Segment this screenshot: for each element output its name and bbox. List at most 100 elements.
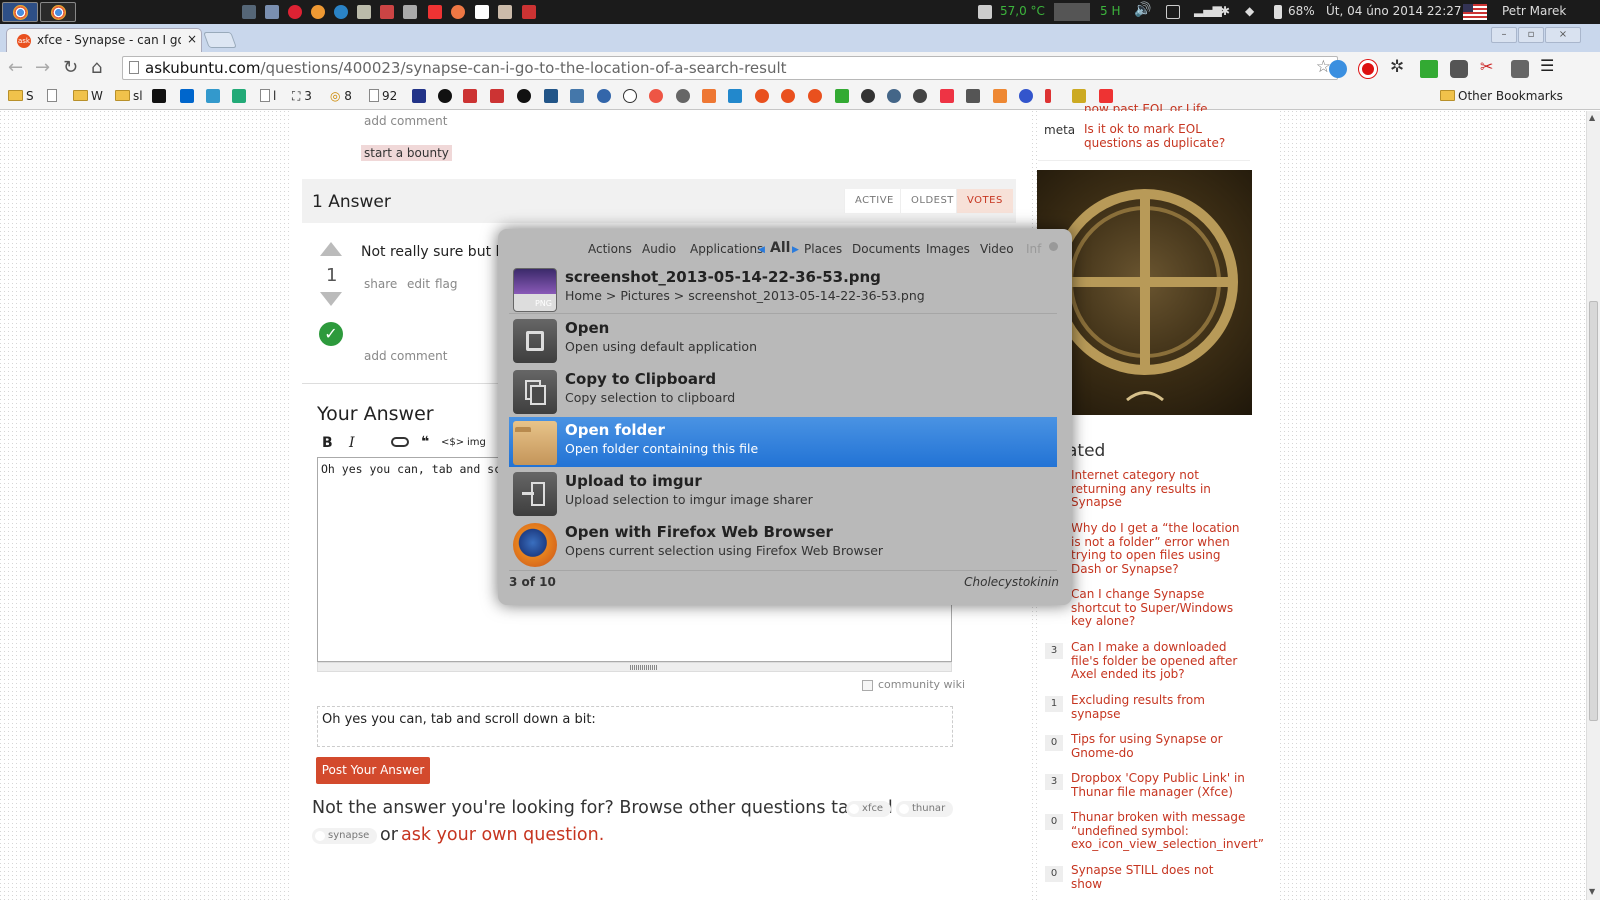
upvote-arrow-icon[interactable] <box>320 242 342 256</box>
bookmark-icon[interactable] <box>755 89 769 103</box>
launcher-icon[interactable] <box>403 5 417 19</box>
category-next-icon[interactable]: ▶ <box>792 245 799 255</box>
bookmark-icon[interactable] <box>913 89 927 103</box>
category-all[interactable]: All <box>770 240 790 256</box>
launcher-icon[interactable] <box>451 5 465 19</box>
related-link[interactable]: Tips for using Synapse or Gnome-do <box>1071 732 1246 760</box>
bookmark-icon[interactable] <box>940 89 954 103</box>
category-audio[interactable]: Audio <box>642 242 676 256</box>
drive-icon[interactable] <box>978 5 992 19</box>
adblock-icon[interactable] <box>1359 60 1377 78</box>
launcher-icon[interactable] <box>380 5 394 19</box>
bookmark-item[interactable]: ◎ 8 <box>330 89 352 103</box>
bookmark-icon[interactable] <box>490 89 504 103</box>
post-answer-button[interactable]: Post Your Answer <box>316 757 430 784</box>
close-window-button[interactable]: × <box>1545 27 1581 43</box>
blockquote-icon[interactable]: ❝ <box>421 434 429 450</box>
related-link[interactable]: Can I make a downloaded file's folder be… <box>1071 640 1246 682</box>
pdf-icon[interactable] <box>1099 89 1113 103</box>
bookmark-icon[interactable] <box>835 89 849 103</box>
tag-xfce[interactable]: xfce <box>846 801 892 817</box>
action-open-folder[interactable]: Open folder Open folder containing this … <box>509 417 1057 467</box>
link-icon[interactable] <box>391 437 409 447</box>
related-link[interactable]: Synapse STILL does not show <box>1071 863 1246 891</box>
tag-thunar[interactable]: thunar <box>896 801 954 817</box>
category-images[interactable]: Images <box>926 242 970 256</box>
related-link[interactable]: Can I change Synapse shortcut to Super/W… <box>1071 587 1246 629</box>
bookmark-icon[interactable] <box>152 89 166 103</box>
bold-button[interactable]: B <box>322 435 333 451</box>
forward-arrow-icon[interactable]: → <box>35 57 50 78</box>
browser-tab[interactable]: ask xfce - Synapse - can I go to × <box>6 28 202 52</box>
bookmark-icon[interactable] <box>1072 89 1086 103</box>
bookmark-icon[interactable] <box>570 89 584 103</box>
other-bookmarks[interactable]: Other Bookmarks <box>1440 89 1563 103</box>
launcher-icon[interactable] <box>334 5 348 19</box>
editor-resize-handle[interactable] <box>317 662 952 672</box>
category-documents[interactable]: Documents <box>852 242 920 256</box>
launcher-icon[interactable] <box>311 5 325 19</box>
launcher-icon[interactable] <box>522 5 536 19</box>
related-link[interactable]: Excluding results from synapse <box>1071 693 1246 721</box>
category-video[interactable]: Video <box>980 242 1014 256</box>
add-comment-link[interactable]: add comment <box>364 349 447 363</box>
clock[interactable]: Út, 04 úno 2014 22:27 <box>1326 4 1462 18</box>
edit-link[interactable]: edit <box>407 277 430 291</box>
launcher-icon[interactable] <box>242 5 256 19</box>
bookmark-folder[interactable]: W <box>73 89 103 103</box>
bookmark-folder[interactable]: sl <box>115 89 143 103</box>
downvote-arrow-icon[interactable] <box>320 292 342 306</box>
category-info[interactable]: Inf <box>1026 242 1048 256</box>
bookmark-icon[interactable] <box>676 89 690 103</box>
category-applications[interactable]: Applications <box>690 242 763 256</box>
us-flag-icon[interactable] <box>1463 4 1487 20</box>
action-open[interactable]: Open Open using default application <box>509 315 1057 365</box>
signal-icon[interactable]: ▂▄▆ <box>1194 3 1222 17</box>
related-link[interactable]: Thunar broken with message “undefined sy… <box>1071 810 1264 852</box>
bookmark-icon[interactable] <box>966 89 980 103</box>
bookmark-icon[interactable] <box>728 89 742 103</box>
bookmark-item[interactable]: 92 <box>369 89 397 103</box>
pocket-icon[interactable] <box>1450 60 1468 78</box>
bookmark-icon[interactable] <box>1019 89 1033 103</box>
share-link[interactable]: share <box>364 277 397 291</box>
related-link[interactable]: Internet category not returning any resu… <box>1071 468 1246 510</box>
user-name[interactable]: Petr Marek <box>1502 4 1566 18</box>
action-upload-to-imgur[interactable]: Upload to imgur Upload selection to imgu… <box>509 468 1057 518</box>
bookmark-icon[interactable] <box>887 89 901 103</box>
sidebar-partial-link[interactable]: now past EOL or Life <box>1084 102 1208 111</box>
battery-icon[interactable] <box>1274 5 1282 19</box>
bookmark-icon[interactable] <box>180 89 194 103</box>
tag-synapse[interactable]: synapse <box>312 828 378 844</box>
bookmark-icon[interactable] <box>781 89 795 103</box>
extension-icon[interactable] <box>1420 60 1438 78</box>
scissors-icon[interactable]: ✂ <box>1480 57 1498 76</box>
extension-icon[interactable] <box>1329 60 1347 78</box>
community-wiki-checkbox[interactable] <box>862 680 873 691</box>
extension-icon[interactable] <box>1511 60 1529 78</box>
launcher-icon[interactable] <box>288 5 302 19</box>
address-bar[interactable]: askubuntu.com/questions/400023/synapse-c… <box>122 56 1338 80</box>
category-prev-icon[interactable]: ◀ <box>758 245 765 255</box>
close-tab-icon[interactable]: × <box>187 32 197 46</box>
reload-icon[interactable]: ↻ <box>63 57 78 78</box>
dropbox-icon[interactable]: ◆ <box>1245 4 1254 18</box>
action-open-with-firefox[interactable]: Open with Firefox Web Browser Opens curr… <box>509 519 1057 569</box>
bookmark-icon[interactable] <box>1045 89 1051 103</box>
tab-active[interactable]: ACTIVE <box>844 189 904 213</box>
volume-icon[interactable]: 🔊 <box>1134 2 1151 18</box>
gear-icon[interactable]: ✲ <box>1390 57 1408 77</box>
taskbar-chrome-window-2[interactable] <box>40 2 76 22</box>
bookmark-folder[interactable]: S <box>8 89 34 103</box>
back-arrow-icon[interactable]: ← <box>8 57 23 78</box>
image-button[interactable]: img <box>467 437 486 448</box>
tab-oldest[interactable]: OLDEST <box>900 189 964 213</box>
page-scrollbar[interactable]: ▲ ▼ <box>1586 111 1600 900</box>
preferences-icon[interactable] <box>1049 242 1058 251</box>
bluetooth-icon[interactable]: ✱ <box>1220 4 1230 18</box>
launcher-icon[interactable] <box>265 5 279 19</box>
bookmark-icon[interactable] <box>463 89 477 103</box>
launcher-icon[interactable] <box>498 5 512 19</box>
launcher-icon[interactable] <box>475 5 489 19</box>
category-places[interactable]: Places <box>804 242 842 256</box>
